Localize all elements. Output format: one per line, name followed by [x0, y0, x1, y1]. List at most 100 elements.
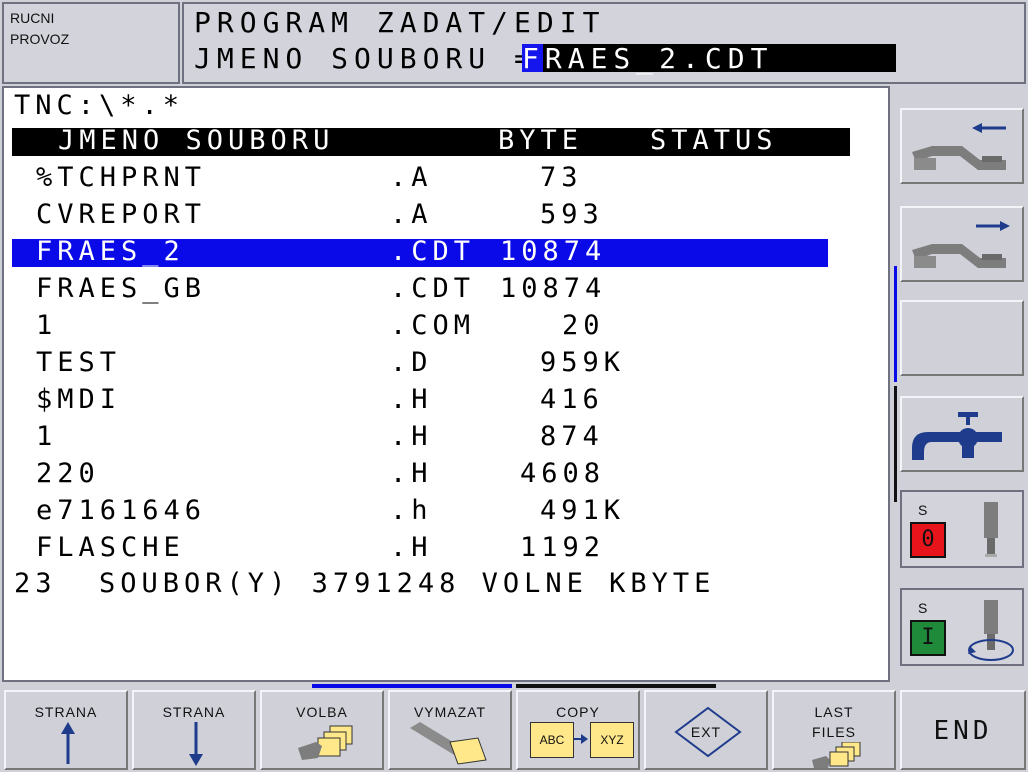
softkey-bar-indicator-blue	[312, 684, 512, 688]
select-label: VOLBA	[296, 704, 348, 720]
spindle-label: S	[918, 600, 928, 616]
end-button[interactable]: END	[900, 690, 1026, 770]
file-name: 1	[36, 310, 58, 341]
file-name: %TCHPRNT	[36, 162, 207, 193]
table-row[interactable]: FLASCHE .H 1192	[12, 532, 828, 563]
file-size: 593	[540, 199, 604, 230]
filename-prompt: JMENO SOUBORU =	[194, 42, 537, 75]
file-size: 959K	[540, 347, 626, 378]
table-header: JMENO SOUBORU BYTE STATUS	[12, 125, 850, 156]
table-row[interactable]: TEST .D 959K	[12, 347, 828, 378]
vertical-softkeys: S 0 S I	[892, 86, 1026, 686]
table-row[interactable]: $MDI .H 416	[12, 384, 828, 415]
softkey-bar-indicator-black	[516, 684, 716, 688]
machine-home-left-softkey[interactable]	[900, 108, 1024, 184]
spindle-label: S	[918, 502, 928, 518]
file-size: 73	[540, 162, 583, 193]
last-files-label-2: FILES	[812, 724, 856, 740]
table-row[interactable]: 220 .H 4608	[12, 458, 828, 489]
file-name: FRAES_2	[36, 236, 185, 267]
table-row[interactable]: FRAES_GB .CDT 10874	[12, 273, 828, 304]
scroll-indicator-black	[894, 386, 897, 502]
file-ext: .H	[390, 532, 433, 563]
file-size: 1192	[520, 532, 606, 563]
file-size: 874	[540, 421, 604, 452]
file-name: FRAES_GB	[36, 273, 207, 304]
delete-button[interactable]: VYMAZAT	[388, 690, 512, 770]
file-ext: .A	[390, 162, 433, 193]
copy-label: COPY	[556, 704, 600, 720]
file-size: 4608	[520, 458, 606, 489]
ext-button[interactable]: EXT	[644, 690, 768, 770]
mode-line2: PROVOZ	[10, 31, 70, 47]
select-files-icon	[298, 725, 353, 760]
copy-source-box: ABC	[530, 722, 574, 758]
scroll-indicator-blue	[894, 266, 897, 382]
files-stack-icon	[812, 742, 861, 768]
spindle-start-softkey[interactable]: S 0	[900, 490, 1024, 568]
file-ext: .D	[390, 347, 433, 378]
table-row[interactable]: %TCHPRNT .A 73	[12, 162, 828, 193]
arrow-up-icon	[61, 722, 75, 764]
column-header-name: JMENO SOUBORU	[58, 125, 335, 156]
spindle-stop-indicator: 0	[910, 522, 946, 558]
empty-softkey[interactable]	[900, 300, 1024, 376]
arrow-down-icon	[189, 722, 203, 766]
file-ext: .H	[390, 458, 433, 489]
ext-label: EXT	[690, 724, 722, 740]
last-files-label-1: LAST	[814, 704, 854, 720]
title-bar: PROGRAM ZADAT/EDIT JMENO SOUBORU = FRAES…	[182, 2, 1026, 84]
file-name: $MDI	[36, 384, 122, 415]
machine-arrow-right-icon	[912, 221, 1010, 268]
spindle-icon	[984, 502, 998, 557]
file-size: 10874	[500, 273, 607, 304]
filename-value: FRAES_2.CDT	[522, 42, 774, 75]
page-up-button[interactable]: STRANA	[4, 690, 128, 770]
file-name: TEST	[36, 347, 122, 378]
spindle-rotation-icon	[968, 600, 1014, 661]
column-header-byte: BYTE	[498, 125, 584, 156]
screen-title: PROGRAM ZADAT/EDIT	[194, 6, 606, 39]
file-name: 220	[36, 458, 100, 489]
copy-button[interactable]: COPY ABC XYZ	[516, 690, 640, 770]
last-files-button[interactable]: LAST FILES	[772, 690, 896, 770]
spindle-on-indicator: I	[910, 620, 946, 656]
table-row[interactable]: 1 .H 874	[12, 421, 828, 452]
file-name: FLASCHE	[36, 532, 185, 563]
delete-label: VYMAZAT	[413, 704, 487, 720]
column-header-status: STATUS	[650, 125, 778, 156]
machine-arrow-left-icon	[912, 123, 1006, 170]
file-ext: .CDT	[390, 236, 476, 267]
mode-indicator: RUCNI PROVOZ	[2, 2, 180, 84]
page-down-button[interactable]: STRANA	[132, 690, 256, 770]
machine-home-right-softkey[interactable]	[900, 206, 1024, 282]
file-ext: .h	[390, 495, 433, 526]
delete-eraser-icon	[410, 722, 487, 765]
table-row-selected[interactable]: FRAES_2 .CDT 10874	[12, 236, 828, 267]
file-ext: .COM	[390, 310, 476, 341]
mode-line1: RUCNI	[10, 10, 55, 26]
file-ext: .H	[390, 421, 433, 452]
coolant-softkey[interactable]	[900, 396, 1024, 472]
file-name: 1	[36, 421, 58, 452]
coolant-tap-icon	[912, 412, 1002, 460]
file-ext: .H	[390, 384, 433, 415]
file-manager: TNC:\*.* JMENO SOUBORU BYTE STATUS %TCHP…	[2, 86, 890, 682]
table-row[interactable]: e7161646 .h 491K	[12, 495, 828, 526]
page-down-label: STRANA	[162, 704, 226, 720]
file-size: 416	[540, 384, 604, 415]
file-ext: .A	[390, 199, 433, 230]
spindle-on-softkey[interactable]: S I	[900, 588, 1024, 666]
table-row[interactable]: 1 .COM 20	[12, 310, 828, 341]
directory-path: TNC:\*.*	[14, 90, 185, 121]
file-ext: .CDT	[390, 273, 476, 304]
select-button[interactable]: VOLBA	[260, 690, 384, 770]
page-up-label: STRANA	[34, 704, 98, 720]
horizontal-softkeys: STRANA STRANA VOLBA VYMAZAT COPY ABC XYZ…	[0, 684, 1028, 772]
file-name: e7161646	[36, 495, 207, 526]
filename-field[interactable]: FRAES_2.CDT	[522, 42, 896, 75]
file-size: 20	[562, 310, 605, 341]
file-name: CVREPORT	[36, 199, 207, 230]
table-row[interactable]: CVREPORT .A 593	[12, 199, 828, 230]
copy-target-box: XYZ	[590, 722, 634, 758]
